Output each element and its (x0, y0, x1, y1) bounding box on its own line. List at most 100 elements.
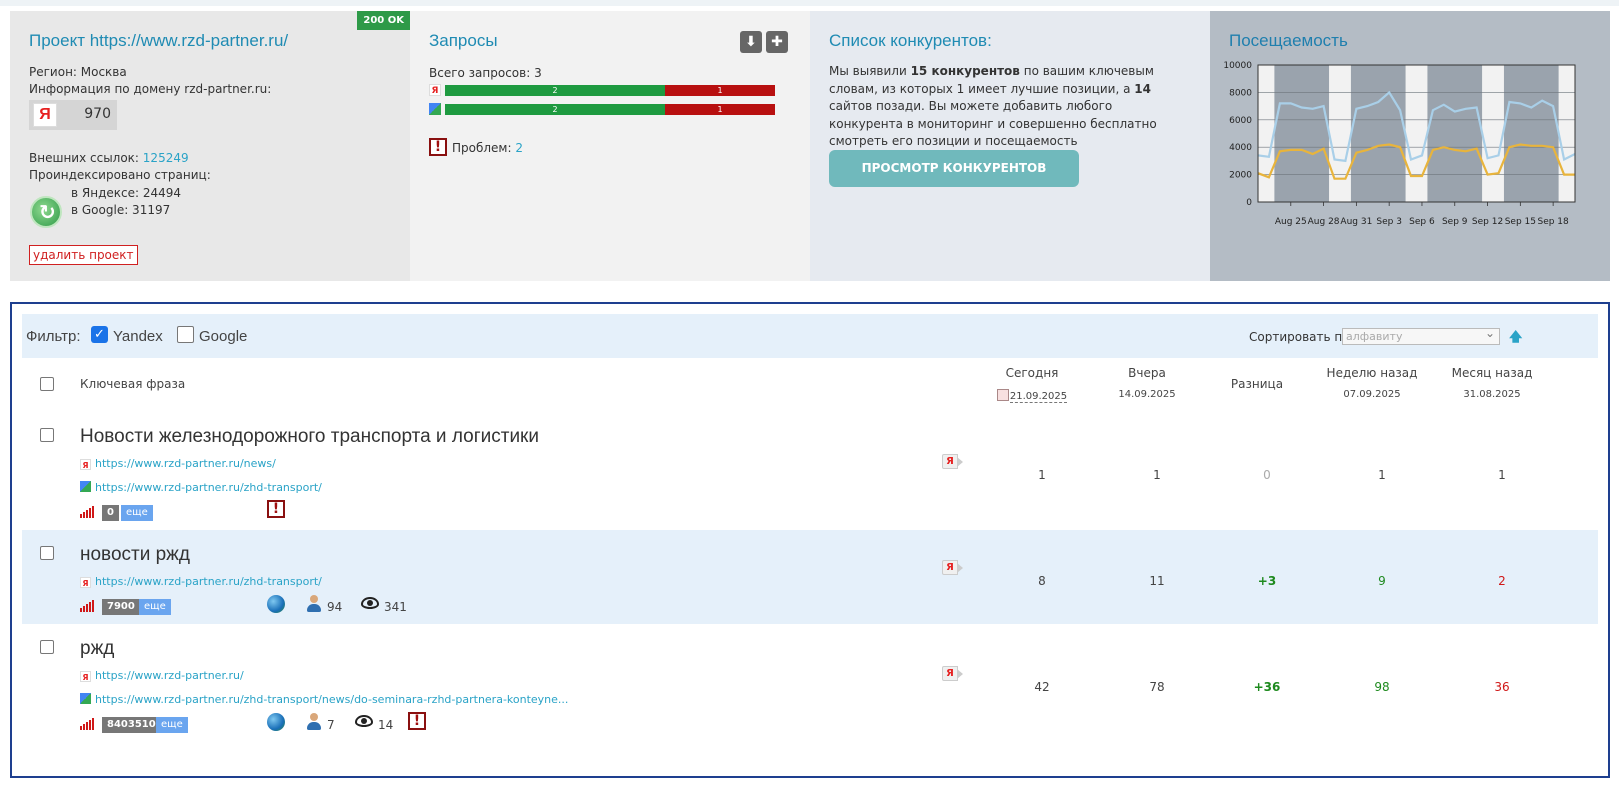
url-text: https://www.rzd-partner.ru/zhd-transport… (95, 693, 569, 706)
google-filter-checkbox[interactable] (177, 326, 194, 343)
traffic-title: Посещаемость (1229, 31, 1348, 50)
view-competitors-button[interactable]: ПРОСМОТР КОНКУРЕНТОВ (829, 150, 1079, 187)
select-all-checkbox[interactable] (40, 377, 54, 391)
bar-green: 2 (445, 85, 665, 96)
row-checkbox[interactable] (40, 546, 54, 560)
yandex-icon: Я (80, 459, 91, 470)
google-url-link[interactable]: https://www.rzd-partner.ru/zhd-transport… (80, 693, 568, 706)
more-button[interactable]: еще (139, 599, 171, 615)
more-button[interactable]: еще (121, 505, 153, 521)
x-tick-label: Sep 15 (1505, 217, 1536, 227)
x-tick-label: Aug 31 (1340, 217, 1372, 227)
google-icon (80, 481, 91, 492)
yandex-queries-bar: Я 2 1 (429, 84, 777, 96)
competitors-description: Мы выявили 15 конкурентов по вашим ключе… (829, 63, 1189, 151)
refresh-icon[interactable] (30, 196, 62, 228)
stats-icon[interactable] (80, 718, 94, 730)
external-links-label: Внешних ссылок: (29, 151, 143, 165)
external-links-link[interactable]: 125249 (143, 151, 189, 165)
pos-yesterday: 78 (1149, 680, 1165, 694)
yesterday-date: 14.09.2025 (1118, 389, 1176, 400)
month-date: 31.08.2025 (1463, 389, 1521, 400)
top-strip (0, 0, 1619, 6)
problems-link[interactable]: 2 (515, 141, 523, 155)
yandex-url-link[interactable]: Яhttps://www.rzd-partner.ru/zhd-transpor… (80, 575, 322, 588)
frequency-badge: 0 (102, 505, 119, 521)
competitors-panel: Список конкурентов: Мы выявили 15 конкур… (810, 11, 1210, 281)
x-tick-label: Aug 25 (1275, 217, 1307, 227)
pos-yesterday: 1 (1153, 468, 1161, 482)
table-row: ржд Яhttps://www.rzd-partner.ru/ https:/… (22, 624, 1598, 760)
today-date[interactable]: 21.09.2025 (990, 389, 1074, 403)
url-text: https://www.rzd-partner.ru/zhd-transport… (95, 481, 322, 494)
row-checkbox[interactable] (40, 428, 54, 442)
pos-today: 8 (1038, 574, 1046, 588)
google-queries-bar: 2 1 (429, 103, 777, 115)
more-button[interactable]: еще (156, 717, 188, 733)
col-week-ago: Неделю назад (1326, 366, 1418, 380)
table-row: новости ржд Яhttps://www.rzd-partner.ru/… (22, 530, 1598, 624)
keyword-phrase[interactable]: новости ржд (80, 544, 190, 566)
project-title[interactable]: Проект https://www.rzd-partner.ru/ (29, 31, 288, 51)
pos-today: 42 (1034, 680, 1050, 694)
filter-bar: Фильтр: ✓ Yandex Google Сортировать по: … (22, 314, 1598, 358)
col-yesterday: Вчера (1128, 366, 1166, 380)
yandex-url-link[interactable]: Яhttps://www.rzd-partner.ru/news/ (80, 457, 276, 470)
y-tick-label: 6000 (1229, 116, 1252, 126)
calendar-icon (996, 389, 1009, 401)
delete-project-button[interactable]: удалить проект (29, 245, 138, 265)
google-url-link[interactable]: https://www.rzd-partner.ru/zhd-transport… (80, 481, 322, 494)
yandex-rank-value: 970 (84, 106, 111, 122)
pos-today: 1 (1038, 468, 1046, 482)
queries-panel: Запросы ⬇ ✚ Всего запросов: 3 Я 2 1 2 1 … (410, 11, 810, 281)
indexed-label: Проиндексировано страниц: (29, 168, 211, 182)
behind-count: 14 (1134, 81, 1151, 96)
pos-yesterday: 11 (1149, 574, 1165, 588)
pos-month: 36 (1494, 680, 1510, 694)
project-panel: 200 OK Проект https://www.rzd-partner.ru… (10, 11, 410, 281)
weekend-band (1405, 65, 1428, 202)
download-icon[interactable]: ⬇ (740, 31, 762, 53)
bar-green: 2 (445, 104, 665, 115)
weekend-band (1482, 65, 1504, 202)
y-tick-label: 4000 (1229, 143, 1252, 153)
problems-label: Проблем: (452, 141, 516, 155)
status-badge: 200 OK (357, 11, 410, 30)
competitors-title: Список конкурентов: (829, 31, 992, 50)
filter-label: Фильтр: (26, 328, 81, 345)
sort-select[interactable]: алфавиту (1342, 326, 1500, 345)
url-text: https://www.rzd-partner.ru/zhd-transport… (95, 575, 322, 588)
user-icon (306, 713, 322, 731)
yandex-url-link[interactable]: Яhttps://www.rzd-partner.ru/ (80, 669, 244, 682)
sort-direction-icon[interactable]: 🡅 (1509, 328, 1522, 350)
problems: Проблем: 2 (452, 141, 523, 155)
user-icon (306, 595, 322, 613)
stats-icon[interactable] (80, 506, 94, 518)
competitors-count: 15 конкурентов (910, 64, 1020, 78)
keyword-phrase[interactable]: Новости железнодорожного транспорта и ло… (80, 426, 539, 448)
add-icon[interactable]: ✚ (766, 31, 788, 53)
yandex-filter-checkbox[interactable]: ✓ (91, 326, 108, 343)
week-date: 07.09.2025 (1343, 389, 1401, 400)
warning-icon[interactable]: ! (267, 500, 285, 518)
globe-icon[interactable] (267, 595, 285, 613)
stats-icon[interactable] (80, 600, 94, 612)
sort-label: Сортировать по: (1249, 330, 1354, 344)
frequency-badge: 8403510 (102, 717, 161, 733)
eye-icon (355, 715, 373, 727)
bar-red: 1 (665, 85, 775, 96)
globe-icon[interactable] (267, 713, 285, 731)
bar-red: 1 (665, 104, 775, 115)
indexed-google: в Google: 31197 (71, 203, 171, 217)
region-text: Регион: Москва (29, 65, 127, 79)
col-keyword: Ключевая фраза (80, 377, 186, 391)
keyword-phrase[interactable]: ржд (80, 638, 114, 660)
y-tick-label: 8000 (1229, 88, 1252, 98)
desc-part: сайтов позади. Вы можете добавить любого… (829, 99, 1157, 148)
eye-icon (361, 597, 379, 609)
warning-icon[interactable]: ! (408, 712, 426, 730)
row-checkbox[interactable] (40, 640, 54, 654)
url-text: https://www.rzd-partner.ru/news/ (95, 457, 276, 470)
pos-diff: +3 (1257, 574, 1277, 588)
users-count: 94 (327, 600, 343, 614)
